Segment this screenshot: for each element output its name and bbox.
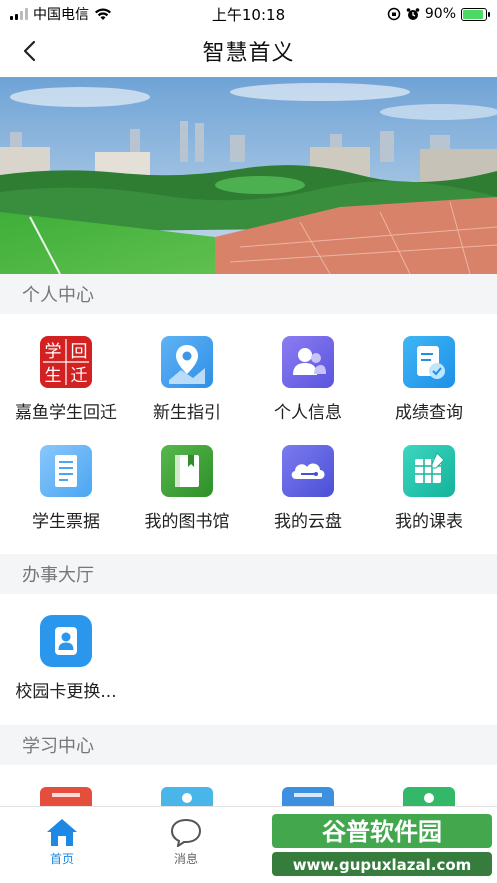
section-title-study: 学习中心	[22, 736, 94, 757]
campus-banner[interactable]	[0, 77, 497, 274]
message-icon	[170, 818, 202, 847]
status-time: 上午10:18	[211, 5, 286, 24]
seal-char-4: 迁	[71, 366, 88, 386]
tab-label-messages: 消息	[173, 852, 198, 866]
carrier-label: 中国电信	[33, 7, 89, 23]
campus-card-icon	[40, 615, 92, 667]
wifi-icon	[95, 7, 111, 20]
grid-label: 新生指引	[153, 403, 221, 423]
grid-label: 学生票据	[32, 512, 100, 532]
grid-item-campus-card[interactable]: 校园卡更换...	[4, 615, 128, 715]
study-item-4[interactable]	[403, 787, 455, 806]
section-header-study: 学习中心	[0, 725, 497, 765]
section-title-office: 办事大厅	[22, 565, 94, 586]
grid-label: 嘉鱼学生回迁	[15, 403, 117, 423]
receipt-icon	[40, 445, 92, 497]
home-icon	[47, 819, 77, 846]
section-header-office: 办事大厅	[0, 554, 497, 594]
study-item-2[interactable]	[161, 787, 213, 806]
book-icon	[161, 445, 213, 497]
watermark-logo: 谷普软件园 www.gupuxlazal.com	[272, 812, 494, 880]
schedule-icon	[403, 445, 455, 497]
alarm-icon	[406, 8, 420, 20]
grid-label: 我的课表	[395, 512, 463, 532]
grid-label: 我的图书馆	[144, 512, 230, 532]
battery-icon	[461, 7, 490, 21]
grid-item-library[interactable]: 我的图书馆	[125, 445, 249, 545]
chevron-left-icon	[23, 40, 36, 62]
campus-banner-image	[0, 77, 497, 274]
grade-check-icon	[403, 336, 455, 388]
status-bar: 中国电信 上午10:18 90%	[0, 0, 497, 28]
section-title-personal: 个人中心	[22, 285, 94, 306]
section-header-personal: 个人中心	[0, 274, 497, 314]
tab-home[interactable]: 首页	[22, 817, 102, 867]
nav-bar: 智慧首义	[0, 28, 497, 74]
study-item-3[interactable]	[282, 787, 334, 806]
grid-item-student-receipt[interactable]: 学生票据	[4, 445, 128, 545]
grid-label: 成绩查询	[395, 403, 463, 423]
tab-label-home: 首页	[49, 852, 74, 866]
grid-label: 我的云盘	[274, 512, 342, 532]
status-right: 90%	[387, 6, 490, 22]
page-title: 智慧首义	[202, 41, 295, 66]
grid-item-grade-query[interactable]: 成绩查询	[367, 336, 491, 436]
seal-char-1: 学	[45, 342, 62, 362]
battery-percent: 90%	[424, 6, 456, 22]
map-pin-icon	[161, 336, 213, 388]
grid-item-freshman-guide[interactable]: 新生指引	[125, 336, 249, 436]
status-left: 中国电信	[10, 4, 112, 24]
watermark-url: www.gupuxlazal.com	[293, 856, 472, 874]
user-info-icon	[282, 336, 334, 388]
signal-icon	[10, 8, 28, 20]
grid-label: 校园卡更换...	[15, 682, 117, 702]
back-button[interactable]	[14, 36, 44, 66]
grid-item-relocation[interactable]: 学 回 生 迁 嘉鱼学生回迁	[4, 336, 128, 436]
grid-item-timetable[interactable]: 我的课表	[367, 445, 491, 545]
seal-icon: 学 回 生 迁	[40, 336, 92, 388]
study-item-1[interactable]	[40, 787, 92, 806]
seal-char-3: 生	[45, 366, 62, 386]
orientation-lock-icon	[387, 7, 401, 21]
grid-label: 个人信息	[274, 403, 342, 423]
tab-messages[interactable]: 消息	[146, 817, 226, 867]
seal-char-2: 回	[71, 342, 88, 362]
watermark-title: 谷普软件园	[322, 818, 442, 846]
cloud-disk-icon	[282, 445, 334, 497]
grid-item-cloud-disk[interactable]: 我的云盘	[246, 445, 370, 545]
grid-item-personal-info[interactable]: 个人信息	[246, 336, 370, 436]
